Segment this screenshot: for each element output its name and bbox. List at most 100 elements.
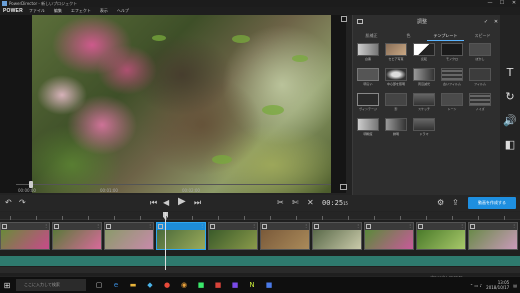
clip-menu-icon[interactable]: ⋮ — [44, 223, 48, 228]
tab-color[interactable]: 色 — [390, 31, 427, 41]
clip-checkbox[interactable] — [54, 224, 59, 229]
rewind-icon[interactable]: ◀ — [163, 198, 169, 208]
template-item[interactable]: トーン — [441, 93, 463, 115]
zoom-icon[interactable] — [341, 16, 347, 22]
tab-speed[interactable]: スピード — [464, 31, 501, 41]
cancel-button[interactable]: ✕ — [491, 19, 501, 25]
preview-scrub-bar[interactable] — [16, 181, 331, 188]
timeline-clip[interactable]: ⋮ — [312, 222, 362, 250]
menu-help[interactable]: ヘルプ — [117, 8, 129, 14]
menu-view[interactable]: 表示 — [100, 8, 108, 14]
start-button[interactable]: ⊞ — [0, 277, 14, 293]
app-icon-blue[interactable]: ■ — [262, 279, 276, 291]
cut-icon[interactable]: ✂ — [277, 198, 284, 208]
template-item[interactable]: 明るい — [357, 68, 379, 90]
clip-menu-icon[interactable]: ⋮ — [356, 223, 360, 228]
template-item[interactable]: モノクロ — [441, 43, 463, 65]
timeline-clip[interactable]: ⋮ — [52, 222, 102, 250]
scrub-handle[interactable] — [29, 181, 33, 188]
edge-icon[interactable]: e — [109, 279, 123, 291]
ok-button[interactable]: ✓ — [481, 19, 491, 25]
redo-icon[interactable]: ↷ — [19, 198, 26, 208]
app-icon-lime[interactable]: N — [245, 279, 259, 291]
close-button[interactable]: ✕ — [508, 0, 520, 7]
share-icon[interactable]: ⇪ — [452, 198, 459, 208]
template-item[interactable]: ヴィンテージ — [357, 93, 379, 115]
menu-effects[interactable]: エフェクト — [71, 8, 91, 14]
app-icon-orange[interactable]: ■ — [211, 279, 225, 291]
template-item[interactable]: 古いフィルム — [441, 68, 463, 90]
notifications-icon[interactable]: ▤ — [513, 283, 517, 288]
effect-tool-icon[interactable]: ↻ — [500, 84, 520, 108]
taskbar-search[interactable]: ここに入力して検索 — [16, 279, 86, 291]
app-icon-red[interactable]: ● — [160, 279, 174, 291]
audio-track[interactable] — [0, 256, 520, 266]
template-item[interactable]: フィルム — [469, 68, 491, 90]
timeline-clip[interactable]: ⋮ — [416, 222, 466, 250]
store-icon[interactable]: ◆ — [143, 279, 157, 291]
template-item[interactable]: 影 — [385, 93, 407, 115]
template-item[interactable]: 反転 — [413, 43, 435, 65]
clip-menu-icon[interactable]: ⋮ — [408, 223, 412, 228]
template-item[interactable]: 周辺減光 — [413, 68, 435, 90]
clip-menu-icon[interactable]: ⋮ — [460, 223, 464, 228]
audio-tool-icon[interactable]: 🔊 — [500, 108, 520, 132]
clip-checkbox[interactable] — [418, 224, 423, 229]
timeline-clip[interactable]: ⋮ — [208, 222, 258, 250]
text-tool-icon[interactable]: T — [500, 60, 520, 84]
remove-icon[interactable]: ✕ — [307, 198, 314, 208]
template-item[interactable]: 白黒 — [357, 43, 379, 65]
app-icon-purple[interactable]: ■ — [228, 279, 242, 291]
export-button[interactable]: 動画を作成する — [468, 197, 516, 209]
tray-icons[interactable]: ⌃ ▭ ♪ — [470, 283, 482, 288]
clip-checkbox[interactable] — [106, 224, 111, 229]
clip-menu-icon[interactable]: ⋮ — [512, 223, 516, 228]
menu-file[interactable]: ファイル — [29, 8, 45, 14]
clip-checkbox[interactable] — [158, 224, 163, 229]
timeline-clip[interactable]: ⋮ — [0, 222, 50, 250]
explorer-icon[interactable]: ▬ — [126, 279, 140, 291]
template-item[interactable]: ぼかし — [469, 43, 491, 65]
secondary-track[interactable] — [0, 267, 520, 273]
clip-menu-icon[interactable]: ⋮ — [200, 223, 204, 228]
timeline-clip[interactable]: ⋮ — [468, 222, 518, 250]
menu-edit[interactable]: 編集 — [54, 8, 62, 14]
clip-menu-icon[interactable]: ⋮ — [148, 223, 152, 228]
timeline-clip[interactable]: ⋮ — [156, 222, 206, 250]
template-item[interactable]: 明瞭度 — [357, 118, 379, 140]
clip-menu-icon[interactable]: ⋮ — [96, 223, 100, 228]
clock[interactable]: 13:05 2018/10/17 — [486, 280, 509, 290]
template-item[interactable]: セピア写真 — [385, 43, 407, 65]
template-item[interactable]: スケッチ — [413, 93, 435, 115]
tab-template[interactable]: テンプレート — [427, 31, 464, 41]
maximize-button[interactable]: ☐ — [496, 0, 508, 7]
template-item[interactable]: 鮮明 — [385, 118, 407, 140]
template-item[interactable]: ノイズ — [469, 93, 491, 115]
settings-icon[interactable]: ⚙ — [437, 198, 444, 208]
timeline[interactable]: ⋮ ⋮ ⋮ ⋮ ⋮ ⋮ ⋮ ⋮ ⋮ ⋮ — [0, 212, 520, 276]
tab-skin[interactable]: 肌補正 — [353, 31, 390, 41]
adjust-tool-icon[interactable]: ◧ — [500, 132, 520, 156]
template-item[interactable]: 中心部を照明 — [385, 68, 407, 90]
clip-menu-icon[interactable]: ⋮ — [304, 223, 308, 228]
timeline-clip[interactable]: ⋮ — [260, 222, 310, 250]
clip-menu-icon[interactable]: ⋮ — [252, 223, 256, 228]
clip-checkbox[interactable] — [2, 224, 7, 229]
split-icon[interactable]: ✄ — [292, 198, 299, 208]
minimize-button[interactable]: — — [484, 0, 496, 7]
timeline-ruler[interactable] — [0, 212, 520, 220]
clip-checkbox[interactable] — [314, 224, 319, 229]
timeline-clip[interactable]: ⋮ — [104, 222, 154, 250]
video-preview[interactable] — [32, 15, 331, 193]
clip-checkbox[interactable] — [210, 224, 215, 229]
app-icon-green[interactable]: ■ — [194, 279, 208, 291]
clip-checkbox[interactable] — [470, 224, 475, 229]
task-view-icon[interactable]: ▢ — [92, 279, 106, 291]
next-icon[interactable]: ⏭ — [194, 198, 201, 208]
undo-icon[interactable]: ↶ — [5, 198, 12, 208]
template-item[interactable]: ドラマ — [413, 118, 435, 140]
clip-checkbox[interactable] — [366, 224, 371, 229]
timeline-clip[interactable]: ⋮ — [364, 222, 414, 250]
fullscreen-icon[interactable] — [340, 184, 347, 190]
chrome-icon[interactable]: ◉ — [177, 279, 191, 291]
